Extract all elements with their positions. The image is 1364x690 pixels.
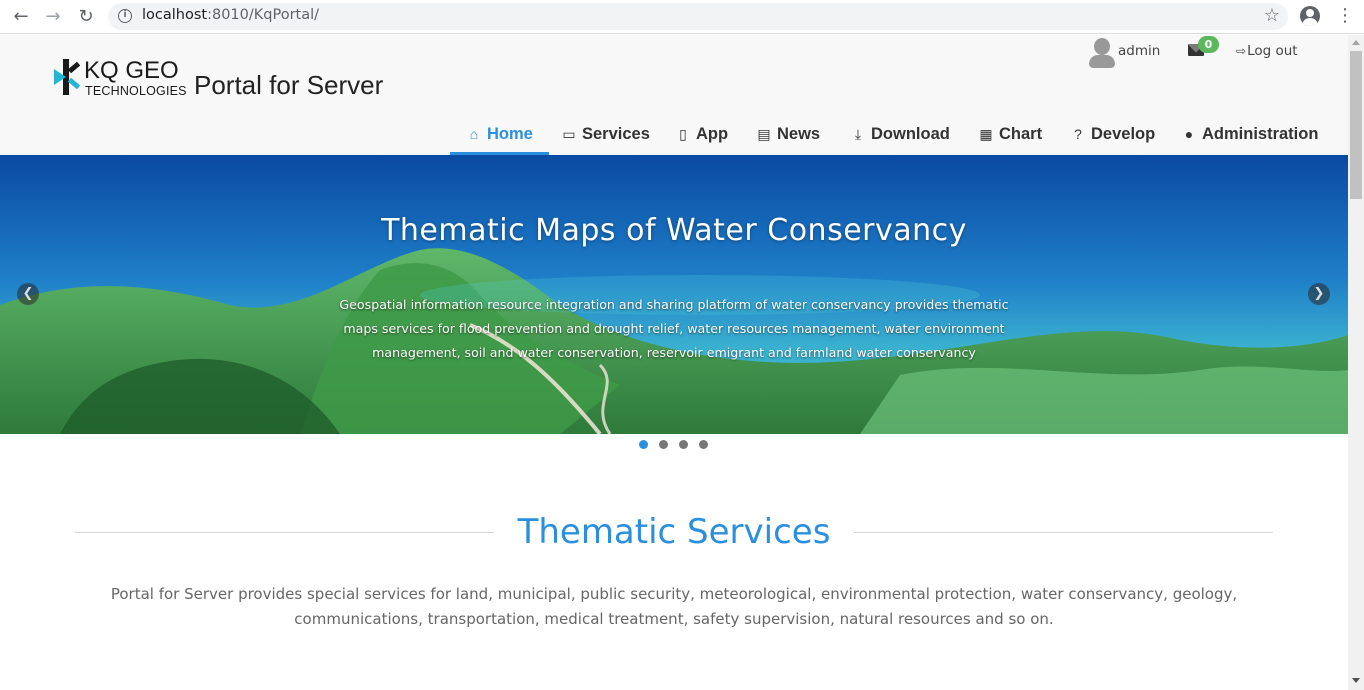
- download-icon: ⤓: [854, 126, 862, 142]
- sign-out-icon: ⇨: [1236, 44, 1247, 58]
- logout-link[interactable]: ⇨Log out: [1236, 43, 1298, 59]
- calendar-icon: ▦: [979, 126, 993, 142]
- nav-item-home[interactable]: ⌂ Home: [450, 119, 549, 155]
- banner-description: Geospatial information resource integrat…: [339, 297, 1009, 360]
- page-scrollbar[interactable]: [1348, 35, 1364, 690]
- url-text[interactable]: localhost:8010/KqPortal/: [142, 7, 319, 23]
- account-icon[interactable]: [1300, 6, 1320, 26]
- section-divider-left: [75, 532, 494, 533]
- question-circle-icon: ?: [1074, 126, 1082, 142]
- scroll-down-icon[interactable]: [1352, 678, 1360, 683]
- star-icon[interactable]: ☆: [1264, 5, 1280, 26]
- hero-carousel: Thematic Maps of Water Conservancy Geosp…: [0, 155, 1348, 434]
- carousel-indicator-4[interactable]: [699, 440, 708, 449]
- arrow-left-icon[interactable]: ←: [11, 7, 31, 27]
- nav-item-develop[interactable]: ? Develop: [1054, 119, 1171, 155]
- message-count-badge[interactable]: 0: [1198, 36, 1219, 53]
- section-divider-right: [854, 532, 1273, 533]
- carousel-next-button[interactable]: ❯: [1308, 283, 1330, 305]
- logo-mark-icon: [54, 59, 81, 95]
- newspaper-icon: ▤: [757, 126, 771, 142]
- nav-item-download[interactable]: ⤓ Download: [834, 119, 966, 155]
- nav-item-app[interactable]: ▯ App: [659, 119, 744, 155]
- arrow-right-icon[interactable]: →: [43, 7, 63, 27]
- kebab-menu-icon[interactable]: ⋮: [1336, 5, 1354, 27]
- banner-title: Thematic Maps of Water Conservancy: [381, 213, 967, 248]
- scroll-up-icon[interactable]: [1352, 40, 1360, 45]
- section-title: Thematic Services: [517, 512, 831, 552]
- phone-icon: ▯: [679, 126, 687, 142]
- scrollbar-thumb[interactable]: [1350, 51, 1362, 199]
- carousel-indicator-1[interactable]: [639, 440, 648, 449]
- portal-title: Portal for Server: [194, 70, 384, 100]
- logo-text-sub: TECHNOLOGIES: [85, 84, 187, 98]
- nav-item-chart[interactable]: ▦ Chart: [962, 119, 1058, 155]
- reload-icon[interactable]: ↻: [76, 7, 96, 27]
- info-icon[interactable]: i: [118, 9, 132, 23]
- user-name[interactable]: admin: [1118, 43, 1160, 59]
- user-icon: ●: [1184, 126, 1194, 142]
- browser-toolbar: ← → ↻ i localhost:8010/KqPortal/ ☆ ⋮: [0, 0, 1364, 34]
- carousel-indicator-3[interactable]: [679, 440, 688, 449]
- nav-item-services[interactable]: ▭ Services: [545, 119, 666, 155]
- user-avatar-icon[interactable]: [1088, 38, 1116, 68]
- nav-item-administration[interactable]: ● Administration: [1165, 119, 1334, 155]
- logo-text-main: KQ GEO: [84, 57, 179, 84]
- address-bar[interactable]: i localhost:8010/KqPortal/ ☆: [108, 3, 1288, 30]
- home-icon: ⌂: [469, 126, 479, 142]
- carousel-indicator-2[interactable]: [659, 440, 668, 449]
- nav-item-news[interactable]: ▤ News: [740, 119, 836, 155]
- carousel-prev-button[interactable]: ❮: [17, 283, 39, 305]
- site-header: KQ GEO TECHNOLOGIES Portal for Server ad…: [0, 35, 1348, 155]
- section-description: Portal for Server provides special servi…: [110, 585, 1238, 628]
- monitor-icon: ▭: [562, 126, 576, 142]
